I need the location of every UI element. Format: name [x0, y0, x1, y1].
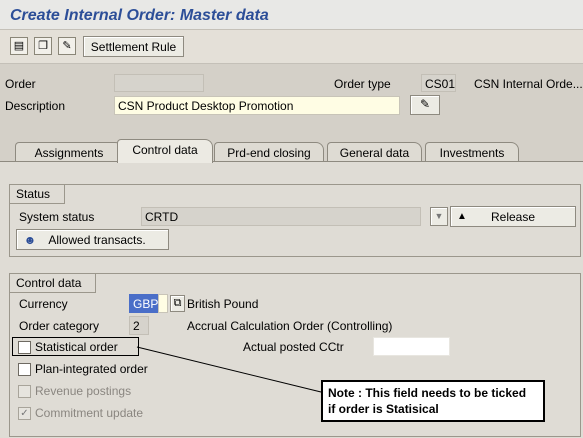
annotation-line-1: Note : This field needs to be ticked — [328, 386, 527, 400]
annotation-note: Note : This field needs to be ticked if … — [321, 380, 545, 422]
annotation-connector — [136, 346, 322, 393]
annotation-line-2: if order is Statisical — [328, 402, 439, 416]
annotation-line — [136, 346, 322, 393]
